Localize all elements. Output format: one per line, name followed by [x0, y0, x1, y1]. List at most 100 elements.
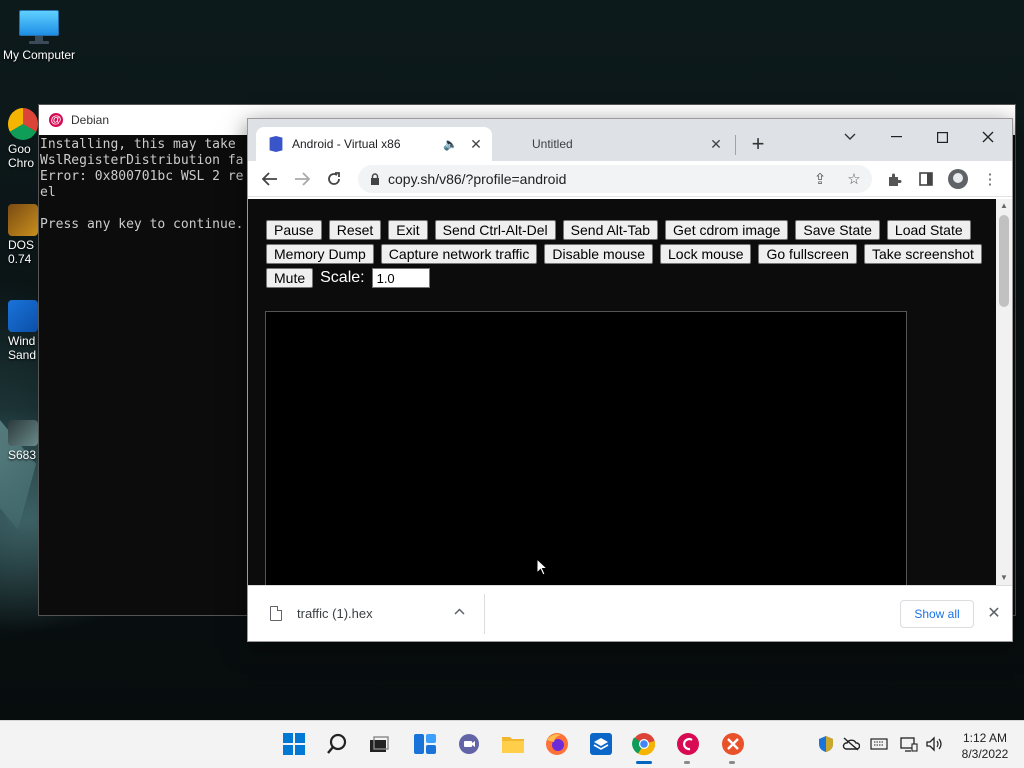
close-tab-icon[interactable]: ✕: [468, 136, 484, 153]
reset-button[interactable]: Reset: [328, 220, 382, 240]
disable-mouse-button[interactable]: Disable mouse: [544, 244, 653, 264]
close-window-button[interactable]: [968, 123, 1008, 151]
v86-controls-row-2: Memory Dump Capture network traffic Disabl…: [266, 244, 982, 264]
keyboard-icon[interactable]: [870, 735, 888, 753]
send-alt-tab-button[interactable]: Send Alt-Tab: [562, 220, 659, 240]
take-screenshot-button[interactable]: Take screenshot: [863, 244, 982, 264]
address-bar[interactable]: copy.sh/v86/?profile=android ⇪ ☆: [358, 165, 872, 193]
reload-button[interactable]: [320, 165, 348, 193]
widgets-icon: [414, 734, 436, 754]
network-icon[interactable]: [900, 735, 918, 753]
load-state-button[interactable]: Load State: [886, 220, 971, 240]
new-tab-button[interactable]: +: [745, 131, 771, 157]
teams-chat-button[interactable]: [456, 731, 482, 757]
terminal-output: Installing, this may take WslRegisterDis…: [40, 137, 244, 232]
image-file-icon: [8, 420, 38, 446]
desktop-icon-label: DOS 0.74: [8, 238, 35, 266]
window-title: Debian: [71, 113, 110, 127]
volume-icon[interactable]: [925, 735, 943, 753]
search-button[interactable]: [324, 731, 350, 757]
file-explorer-button[interactable]: [500, 731, 526, 757]
lock-mouse-button[interactable]: Lock mouse: [660, 244, 752, 264]
v86-controls-row-3: Mute Scale:: [266, 268, 430, 288]
desktop-icon-image[interactable]: S683: [8, 420, 40, 462]
profile-button[interactable]: [946, 168, 970, 190]
go-fullscreen-button[interactable]: Go fullscreen: [758, 244, 857, 264]
close-tab-icon[interactable]: ✕: [708, 136, 724, 153]
vertical-scrollbar[interactable]: ▲ ▼: [996, 199, 1012, 585]
tab-android[interactable]: Android - Virtual x86 🔈 ✕: [256, 127, 492, 161]
mute-button[interactable]: Mute: [266, 268, 314, 288]
minimize-button[interactable]: [876, 123, 916, 151]
scroll-up-arrow-icon[interactable]: ▲: [996, 199, 1012, 213]
pause-button[interactable]: Pause: [266, 220, 322, 240]
share-icon[interactable]: ⇪: [808, 168, 832, 190]
desktop-icon-windows-sandbox[interactable]: Wind Sand: [8, 300, 40, 362]
active-app-indicator: [636, 761, 652, 764]
chrome-taskbar-button[interactable]: [631, 731, 657, 757]
desktop-icon-chrome[interactable]: Goo Chro: [8, 108, 40, 170]
scale-input[interactable]: [371, 268, 430, 288]
tab-untitled[interactable]: Untitled ✕: [502, 127, 732, 161]
v86-controls-row-1: Pause Reset Exit Send Ctrl-Alt-Del Send Alt-…: [266, 220, 971, 240]
close-download-bar-icon[interactable]: ✕: [986, 603, 1002, 623]
url-text: copy.sh/v86/?profile=android: [388, 171, 567, 187]
x-server-taskbar-button[interactable]: [720, 731, 746, 757]
debian-taskbar-button[interactable]: [675, 731, 701, 757]
folder-icon: [502, 737, 524, 753]
sandbox-taskbar-button[interactable]: [588, 731, 614, 757]
scroll-thumb[interactable]: [999, 215, 1009, 307]
forward-button[interactable]: [288, 165, 316, 193]
running-app-indicator: [684, 761, 690, 764]
kebab-menu-icon[interactable]: ⋮: [978, 168, 1002, 190]
browser-toolbar: copy.sh/v86/?profile=android ⇪ ☆ ⋮: [248, 161, 1012, 197]
system-clock[interactable]: 1:12 AM 8/3/2022: [955, 730, 1015, 762]
scroll-down-arrow-icon[interactable]: ▼: [996, 571, 1012, 585]
file-icon: [270, 606, 282, 621]
security-shield-icon[interactable]: [817, 735, 835, 753]
side-panel-icon[interactable]: [914, 168, 938, 190]
get-cdrom-image-button[interactable]: Get cdrom image: [665, 220, 789, 240]
back-button[interactable]: [256, 165, 284, 193]
memory-dump-button[interactable]: Memory Dump: [266, 244, 374, 264]
debian-swirl-icon: [677, 733, 699, 755]
exit-button[interactable]: Exit: [388, 220, 428, 240]
start-button[interactable]: [281, 731, 307, 757]
desktop-icon-my-computer[interactable]: My Computer: [0, 8, 78, 63]
tab-divider: [735, 135, 736, 155]
speaker-icon[interactable]: 🔈: [443, 137, 458, 151]
task-view-button[interactable]: [366, 731, 392, 757]
bookmark-star-icon[interactable]: ☆: [842, 168, 866, 190]
chevron-up-icon[interactable]: [454, 604, 465, 618]
send-ctrl-alt-del-button[interactable]: Send Ctrl-Alt-Del: [434, 220, 556, 240]
monitor-icon: [17, 8, 61, 44]
chrome-icon: [8, 108, 38, 140]
desktop-icon-dos[interactable]: DOS 0.74: [8, 204, 40, 266]
chat-icon: [459, 734, 479, 754]
scale-label: Scale:: [320, 269, 365, 286]
close-icon: [982, 131, 994, 143]
tab-search-button[interactable]: [830, 123, 870, 151]
desktop-icon-label: Goo Chro: [8, 142, 35, 170]
onedrive-offline-icon[interactable]: [842, 735, 860, 753]
desktop-icon-label: My Computer: [2, 48, 76, 62]
emulator-screen[interactable]: [265, 311, 907, 585]
capture-network-traffic-button[interactable]: Capture network traffic: [380, 244, 538, 264]
mouse-cursor-icon: [536, 558, 548, 576]
widgets-button[interactable]: [412, 731, 438, 757]
clock-time: 1:12 AM: [962, 731, 1008, 745]
search-icon: [327, 733, 347, 754]
tab-strip: Android - Virtual x86 🔈 ✕ Untitled ✕ +: [248, 119, 1012, 161]
x-app-icon: [722, 733, 744, 755]
maximize-button[interactable]: [922, 123, 962, 151]
firefox-icon: [546, 733, 568, 755]
show-all-button[interactable]: Show all: [900, 600, 974, 628]
download-file-name[interactable]: traffic (1).hex: [297, 606, 373, 621]
chrome-window[interactable]: Android - Virtual x86 🔈 ✕ Untitled ✕ + c…: [247, 118, 1013, 642]
save-state-button[interactable]: Save State: [795, 220, 880, 240]
download-separator: [484, 594, 485, 634]
extensions-puzzle-icon[interactable]: [882, 168, 906, 190]
firefox-button[interactable]: [544, 731, 570, 757]
sandbox-icon: [8, 300, 38, 332]
download-shelf: traffic (1).hex Show all ✕: [248, 585, 1012, 641]
